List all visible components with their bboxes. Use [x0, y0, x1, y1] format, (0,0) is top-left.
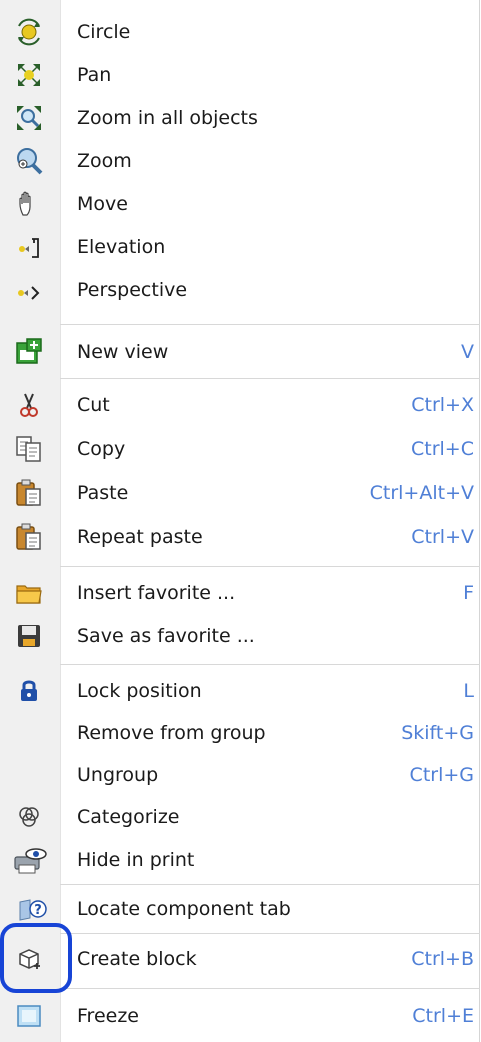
- menu-item-label: Circle: [77, 21, 131, 43]
- menu-item-label: Categorize: [77, 806, 180, 828]
- menu-separator: [60, 933, 480, 934]
- menu-item-zoom-all[interactable]: Zoom in all objects: [0, 96, 480, 140]
- menu-item-circle[interactable]: Circle: [0, 10, 480, 54]
- menu-item-label: Hide in print: [77, 849, 195, 871]
- folder-icon: [14, 578, 44, 608]
- repeat-paste-icon: [14, 522, 44, 552]
- menu-item-hide-in-print[interactable]: Hide in print: [0, 838, 480, 882]
- menu-item-paste[interactable]: Paste Ctrl+Alt+V: [0, 471, 480, 515]
- elevation-icon: [14, 232, 44, 262]
- menu-item-label: Ungroup: [77, 764, 159, 786]
- menu-item-remove-from-group[interactable]: Remove from group Skift+G: [0, 711, 480, 755]
- categorize-icon: [14, 802, 44, 832]
- menu-item-label: Save as favorite ...: [77, 625, 255, 647]
- menu-item-shortcut: Skift+G: [401, 722, 474, 744]
- menu-item-label: Insert favorite ...: [77, 582, 236, 604]
- menu-item-label: Cut: [77, 394, 110, 416]
- cube-add-icon: [14, 944, 44, 974]
- menu-item-shortcut: Ctrl+Alt+V: [369, 482, 474, 504]
- menu-item-shortcut: F: [463, 582, 474, 604]
- menu-item-label: Freeze: [77, 1005, 139, 1027]
- menu-separator: [60, 988, 480, 989]
- menu-item-shortcut: L: [463, 680, 474, 702]
- menu-item-cut[interactable]: Cut Ctrl+X: [0, 383, 480, 427]
- context-menu: Circle Pan Zoom in all objects Zoom Move: [0, 0, 480, 1042]
- scissors-icon: [14, 390, 44, 420]
- menu-item-pan[interactable]: Pan: [0, 53, 480, 97]
- menu-item-label: Copy: [77, 438, 126, 460]
- menu-item-label: Pan: [77, 64, 112, 86]
- lock-icon: [14, 676, 44, 706]
- menu-item-label: Lock position: [77, 680, 202, 702]
- menu-item-elevation[interactable]: Elevation: [0, 225, 480, 269]
- menu-item-label: Zoom: [77, 150, 132, 172]
- menu-item-freeze[interactable]: Freeze Ctrl+E: [0, 994, 480, 1038]
- menu-item-label: Remove from group: [77, 722, 266, 744]
- menu-item-label: Move: [77, 193, 128, 215]
- menu-item-label: Perspective: [77, 279, 188, 301]
- menu-item-label: Elevation: [77, 236, 166, 258]
- menu-item-ungroup[interactable]: Ungroup Ctrl+G: [0, 753, 480, 797]
- menu-separator: [60, 664, 480, 665]
- menu-item-perspective[interactable]: Perspective: [0, 268, 480, 312]
- menu-item-shortcut: Ctrl+X: [411, 394, 474, 416]
- menu-item-categorize[interactable]: Categorize: [0, 795, 480, 839]
- menu-item-label: Locate component tab: [77, 898, 291, 920]
- paste-icon: [14, 478, 44, 508]
- menu-item-shortcut: Ctrl+B: [411, 948, 474, 970]
- menu-item-label: Paste: [77, 482, 129, 504]
- menu-item-insert-favorite[interactable]: Insert favorite ... F: [0, 571, 480, 615]
- menu-item-shortcut: V: [461, 341, 474, 363]
- perspective-icon: [14, 275, 44, 305]
- zoom-all-icon: [14, 103, 44, 133]
- svg-text:?: ?: [34, 903, 42, 918]
- menu-item-label: New view: [77, 341, 169, 363]
- zoom-icon: [14, 146, 44, 176]
- menu-separator: [60, 324, 480, 325]
- menu-separator: [60, 884, 480, 885]
- menu-item-move[interactable]: Move: [0, 182, 480, 226]
- hide-print-icon: [12, 845, 48, 875]
- menu-item-create-block[interactable]: Create block Ctrl+B: [0, 937, 480, 981]
- hand-icon: [14, 189, 44, 219]
- circle-rotate-icon: [14, 17, 44, 47]
- menu-item-shortcut: Ctrl+E: [412, 1005, 474, 1027]
- floppy-icon: [14, 621, 44, 651]
- freeze-icon: [14, 1001, 44, 1031]
- menu-item-copy[interactable]: Copy Ctrl+C: [0, 427, 480, 471]
- pan-icon: [14, 60, 44, 90]
- menu-item-save-favorite[interactable]: Save as favorite ...: [0, 614, 480, 658]
- menu-item-label: Zoom in all objects: [77, 107, 258, 129]
- menu-item-lock-position[interactable]: Lock position L: [0, 669, 480, 713]
- menu-item-shortcut: Ctrl+C: [411, 438, 474, 460]
- menu-item-locate-component-tab[interactable]: ? Locate component tab: [0, 887, 480, 931]
- menu-item-zoom[interactable]: Zoom: [0, 139, 480, 183]
- menu-item-repeat-paste[interactable]: Repeat paste Ctrl+V: [0, 515, 480, 559]
- new-view-icon: [14, 337, 44, 367]
- menu-item-shortcut: Ctrl+G: [409, 764, 474, 786]
- menu-item-label: Repeat paste: [77, 526, 203, 548]
- menu-item-new-view[interactable]: New view V: [0, 330, 480, 374]
- menu-item-shortcut: Ctrl+V: [411, 526, 474, 548]
- menu-separator: [60, 378, 480, 379]
- copy-icon: [14, 434, 44, 464]
- help-tab-icon: ?: [16, 894, 52, 924]
- menu-separator: [60, 566, 480, 567]
- menu-item-label: Create block: [77, 948, 197, 970]
